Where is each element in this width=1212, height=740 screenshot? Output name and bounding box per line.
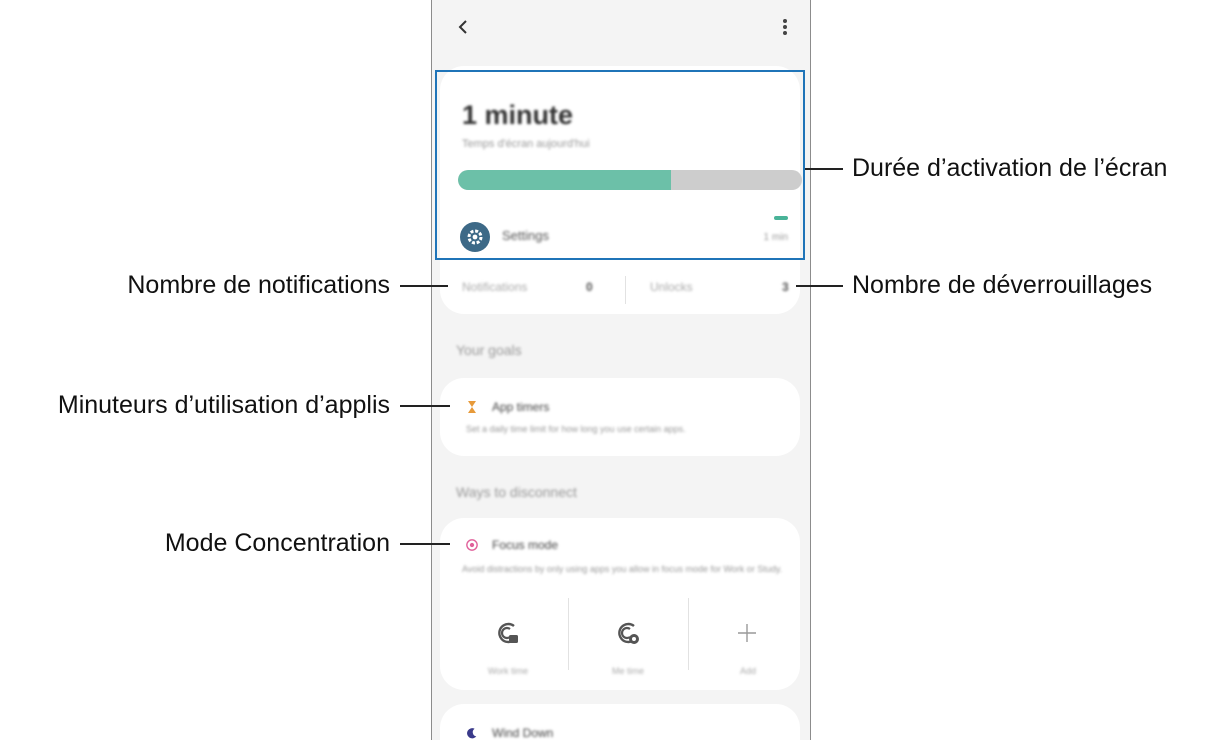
work-mode-icon [498,622,518,644]
moon-icon [466,726,478,740]
goals-heading: Your goals [456,342,522,358]
usage-bar-fill [458,170,672,190]
screen-time-annotation: Durée d’activation de l’écran [852,154,1168,182]
back-button[interactable] [450,14,476,40]
add-mode-label: Add [739,666,756,676]
notifications-label: Notifications [462,280,528,294]
settings-app-icon [460,222,490,252]
top-bar [432,0,810,60]
work-time-mode[interactable]: Work time [450,610,566,686]
notifications-annotation: Nombre de notifications [127,271,390,299]
chevron-left-icon [458,20,467,34]
focus-mode-annotation: Mode Concentration [164,529,390,557]
app-usage-dash [774,216,788,220]
unlocks-annotation: Nombre de déverrouillages [852,271,1153,299]
wind-down-title: Wind Down [492,726,554,740]
disconnect-heading: Ways to disconnect [456,484,577,500]
app-timers-card[interactable]: App timers Set a daily time limit for ho… [440,378,800,456]
focus-mode-description: Avoid distractions by only using apps yo… [462,564,783,574]
work-time-label: Work time [487,666,529,676]
add-mode-button[interactable]: Add [690,610,806,686]
unlocks-label: Unlocks [650,280,693,294]
screen-time-pointer [805,168,843,170]
unlocks-pointer [796,285,843,287]
plus-icon [738,624,756,642]
target-icon [466,538,478,552]
focus-mode-title: Focus mode [492,538,559,552]
app-timers-pointer [400,405,450,407]
screen-time-card[interactable]: 1 minute Temps d'écran aujourd'hui Setti… [440,66,802,314]
unlocks-count: 3 [782,280,789,294]
phone-screen: 1 minute Temps d'écran aujourd'hui Setti… [431,0,811,740]
more-options-button[interactable] [774,14,796,40]
app-name: Settings [502,228,549,243]
notifications-pointer [400,285,448,287]
stats-row: Notifications 0 Unlocks 3 [440,266,800,314]
me-time-mode[interactable]: Me time [570,610,686,686]
stats-divider [625,276,626,304]
me-mode-icon [618,622,639,644]
mode-divider [688,598,689,670]
me-time-label: Me time [611,666,644,676]
app-timers-description: Set a daily time limit for how long you … [466,424,686,434]
gear-icon [467,229,483,245]
focus-mode-card[interactable]: Focus mode Avoid distractions by only us… [440,518,800,690]
hourglass-icon [466,400,478,414]
notifications-count: 0 [586,280,593,294]
usage-time: 1 minute [462,100,574,130]
usage-bar [458,170,802,190]
app-usage-value: 1 min [763,232,788,243]
usage-subtitle: Temps d'écran aujourd'hui [462,138,590,150]
focus-mode-pointer [400,543,450,545]
more-vertical-icon [783,19,787,35]
mode-divider [568,598,569,670]
app-timers-title: App timers [492,400,550,414]
app-timers-annotation: Minuteurs d’utilisation d’applis [57,391,390,419]
wind-down-card[interactable]: Wind Down [440,704,800,740]
